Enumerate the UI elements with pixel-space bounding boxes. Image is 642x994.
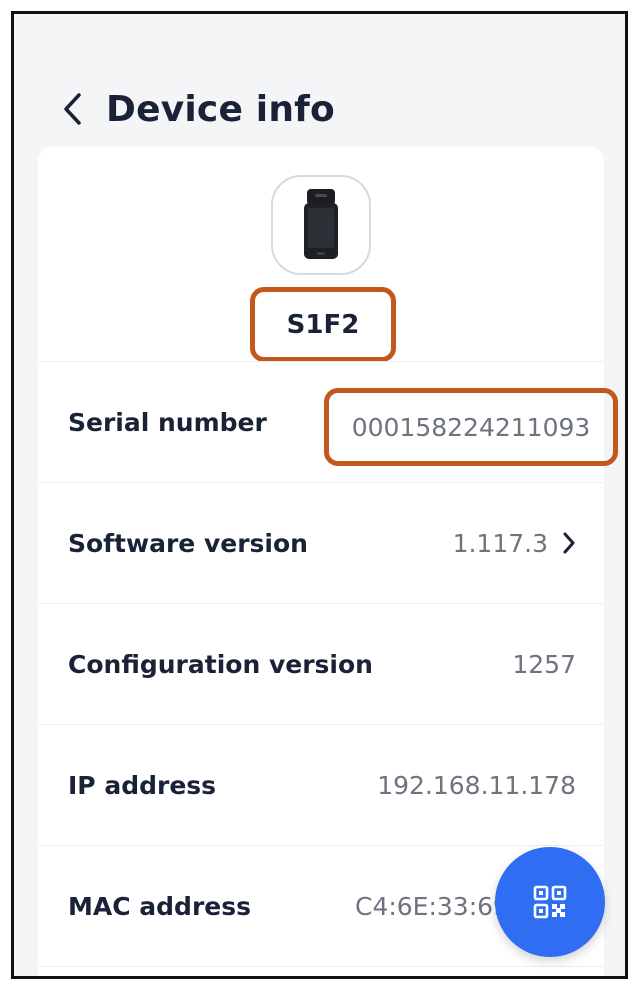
- chevron-left-icon: [64, 93, 81, 125]
- back-button[interactable]: [42, 79, 102, 139]
- ip-address-value: 192.168.11.178: [377, 770, 576, 800]
- serial-number-label: Serial number: [68, 407, 267, 437]
- serial-number-highlight: 000158224211093: [324, 388, 618, 466]
- page-title: Device info: [106, 88, 335, 130]
- device-name: S1F2: [286, 309, 360, 340]
- payment-terminal-image: [304, 189, 338, 259]
- header: Device info: [14, 74, 625, 144]
- serial-number-value: 000158224211093: [351, 412, 591, 442]
- ip-address-label: IP address: [68, 770, 217, 800]
- row-ip-address: IP address 192.168.11.178: [38, 724, 604, 845]
- screen: Device info S1F2 Serial number 000158224…: [11, 11, 628, 979]
- configuration-version-value: 1257: [512, 649, 576, 679]
- qr-code-button[interactable]: [495, 847, 605, 957]
- chevron-right-icon: [562, 531, 576, 555]
- row-divider: [38, 966, 604, 976]
- row-software-version[interactable]: Software version 1.117.3: [38, 482, 604, 603]
- device-info-card: S1F2 Serial number 000158224211093 Softw…: [38, 147, 618, 976]
- device-summary: S1F2: [38, 147, 604, 362]
- software-version-value: 1.117.3: [452, 528, 548, 558]
- device-image: [271, 175, 371, 275]
- configuration-version-label: Configuration version: [68, 649, 373, 679]
- device-name-highlight: S1F2: [250, 287, 396, 362]
- row-configuration-version: Configuration version 1257: [38, 603, 604, 724]
- mac-address-value: C4:6E:33:69: [354, 891, 509, 921]
- software-version-label: Software version: [68, 528, 308, 558]
- qr-code-icon: [533, 885, 567, 919]
- software-version-value-group: 1.117.3: [453, 529, 576, 558]
- row-serial-number: Serial number 000158224211093: [38, 361, 618, 482]
- mac-address-label: MAC address: [68, 891, 251, 921]
